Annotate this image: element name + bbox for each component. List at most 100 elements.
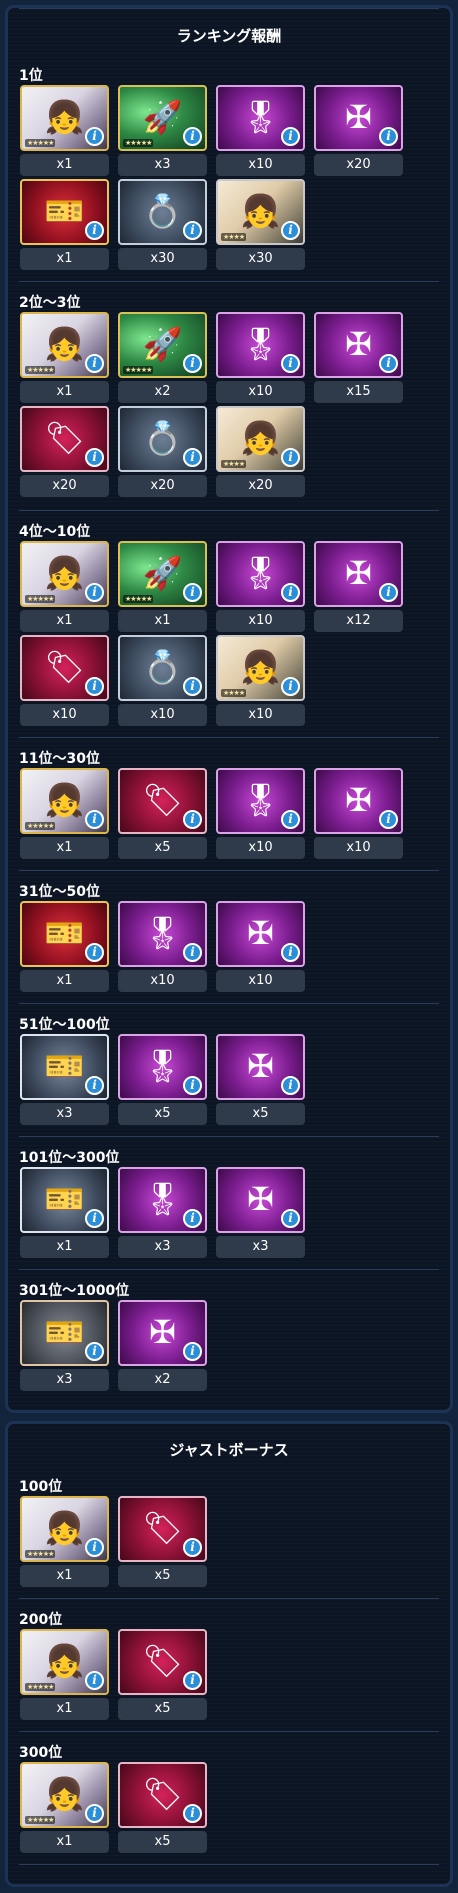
reward-item[interactable]: ✠ i x15	[314, 312, 403, 404]
reward-thumbnail[interactable]: ✠ i	[314, 85, 403, 151]
info-icon[interactable]: i	[183, 1076, 202, 1095]
reward-item[interactable]: 🎫 i x3	[20, 1034, 109, 1126]
reward-item[interactable]: 🎫 i x1	[20, 901, 109, 993]
reward-item[interactable]: 👧 ★★★★★ i x1	[20, 1496, 109, 1588]
info-icon[interactable]: i	[85, 1538, 104, 1557]
reward-item[interactable]: 🚀 ★★★★★ i x2	[118, 312, 207, 404]
info-icon[interactable]: i	[281, 943, 300, 962]
reward-item[interactable]: 🎖 i x10	[216, 768, 305, 860]
reward-item[interactable]: 👧 ★★★★★ i x1	[20, 312, 109, 404]
reward-item[interactable]: 👧 ★★★★ i x10	[216, 635, 305, 727]
reward-item[interactable]: 🎖 i x10	[216, 85, 305, 177]
info-icon[interactable]: i	[183, 448, 202, 467]
reward-item[interactable]: 👧 ★★★★ i x30	[216, 179, 305, 271]
reward-thumbnail[interactable]: 🚀 ★★★★★ i	[118, 85, 207, 151]
reward-item[interactable]: ✠ i x2	[118, 1300, 207, 1392]
reward-item[interactable]: 🎫 i x1	[20, 1167, 109, 1259]
reward-thumbnail[interactable]: 🏷 i	[20, 635, 109, 701]
reward-thumbnail[interactable]: 👧 ★★★★★ i	[20, 312, 109, 378]
reward-item[interactable]: 🏷 i x5	[118, 768, 207, 860]
info-icon[interactable]: i	[183, 1804, 202, 1823]
reward-item[interactable]: 🏷 i x20	[20, 406, 109, 498]
reward-thumbnail[interactable]: 🎖 i	[118, 901, 207, 967]
info-icon[interactable]: i	[183, 1209, 202, 1228]
info-icon[interactable]: i	[183, 810, 202, 829]
reward-thumbnail[interactable]: 🚀 ★★★★★ i	[118, 541, 207, 607]
reward-thumbnail[interactable]: 🎫 i	[20, 901, 109, 967]
info-icon[interactable]: i	[281, 677, 300, 696]
reward-thumbnail[interactable]: ✠ i	[314, 541, 403, 607]
info-icon[interactable]: i	[85, 1342, 104, 1361]
reward-item[interactable]: ✠ i x10	[314, 768, 403, 860]
reward-thumbnail[interactable]: ✠ i	[216, 1034, 305, 1100]
info-icon[interactable]: i	[85, 448, 104, 467]
reward-thumbnail[interactable]: 🎫 i	[20, 1034, 109, 1100]
reward-item[interactable]: 🎖 i x3	[118, 1167, 207, 1259]
reward-item[interactable]: 💍 i x10	[118, 635, 207, 727]
info-icon[interactable]: i	[183, 677, 202, 696]
info-icon[interactable]: i	[183, 1538, 202, 1557]
info-icon[interactable]: i	[85, 354, 104, 373]
reward-item[interactable]: 💍 i x20	[118, 406, 207, 498]
info-icon[interactable]: i	[281, 1209, 300, 1228]
info-icon[interactable]: i	[85, 583, 104, 602]
info-icon[interactable]: i	[183, 943, 202, 962]
reward-item[interactable]: ✠ i x5	[216, 1034, 305, 1126]
reward-item[interactable]: 🎖 i x10	[118, 901, 207, 993]
info-icon[interactable]: i	[183, 1342, 202, 1361]
reward-thumbnail[interactable]: ✠ i	[216, 901, 305, 967]
reward-thumbnail[interactable]: 🎖 i	[118, 1167, 207, 1233]
reward-thumbnail[interactable]: 🚀 ★★★★★ i	[118, 312, 207, 378]
info-icon[interactable]: i	[85, 1671, 104, 1690]
info-icon[interactable]: i	[85, 1209, 104, 1228]
reward-item[interactable]: 🎖 i x10	[216, 312, 305, 404]
reward-thumbnail[interactable]: 👧 ★★★★★ i	[20, 541, 109, 607]
info-icon[interactable]: i	[281, 221, 300, 240]
reward-thumbnail[interactable]: 👧 ★★★★★ i	[20, 1762, 109, 1828]
reward-item[interactable]: ✠ i x12	[314, 541, 403, 633]
info-icon[interactable]: i	[183, 354, 202, 373]
reward-item[interactable]: 👧 ★★★★★ i x1	[20, 768, 109, 860]
info-icon[interactable]: i	[281, 1076, 300, 1095]
reward-item[interactable]: 🚀 ★★★★★ i x3	[118, 85, 207, 177]
info-icon[interactable]: i	[85, 810, 104, 829]
info-icon[interactable]: i	[85, 677, 104, 696]
reward-item[interactable]: ✠ i x3	[216, 1167, 305, 1259]
info-icon[interactable]: i	[85, 1804, 104, 1823]
info-icon[interactable]: i	[281, 448, 300, 467]
info-icon[interactable]: i	[85, 1076, 104, 1095]
reward-thumbnail[interactable]: 👧 ★★★★★ i	[20, 768, 109, 834]
reward-item[interactable]: 👧 ★★★★★ i x1	[20, 85, 109, 177]
reward-thumbnail[interactable]: 🎫 i	[20, 1300, 109, 1366]
reward-thumbnail[interactable]: 👧 ★★★★★ i	[20, 1496, 109, 1562]
reward-item[interactable]: 👧 ★★★★ i x20	[216, 406, 305, 498]
reward-item[interactable]: 👧 ★★★★★ i x1	[20, 1629, 109, 1721]
info-icon[interactable]: i	[183, 1671, 202, 1690]
reward-thumbnail[interactable]: ✠ i	[314, 768, 403, 834]
info-icon[interactable]: i	[379, 583, 398, 602]
reward-thumbnail[interactable]: 🏷 i	[118, 1762, 207, 1828]
info-icon[interactable]: i	[183, 127, 202, 146]
reward-thumbnail[interactable]: 🎖 i	[216, 768, 305, 834]
reward-thumbnail[interactable]: ✠ i	[314, 312, 403, 378]
reward-item[interactable]: 🏷 i x5	[118, 1762, 207, 1854]
info-icon[interactable]: i	[85, 221, 104, 240]
reward-thumbnail[interactable]: 🎖 i	[216, 312, 305, 378]
reward-item[interactable]: 🚀 ★★★★★ i x1	[118, 541, 207, 633]
reward-thumbnail[interactable]: 👧 ★★★★★ i	[20, 85, 109, 151]
info-icon[interactable]: i	[85, 943, 104, 962]
info-icon[interactable]: i	[379, 354, 398, 373]
reward-item[interactable]: ✠ i x10	[216, 901, 305, 993]
info-icon[interactable]: i	[281, 583, 300, 602]
reward-thumbnail[interactable]: 👧 ★★★★★ i	[20, 1629, 109, 1695]
info-icon[interactable]: i	[85, 127, 104, 146]
reward-item[interactable]: ✠ i x20	[314, 85, 403, 177]
reward-thumbnail[interactable]: 🏷 i	[118, 768, 207, 834]
info-icon[interactable]: i	[281, 127, 300, 146]
reward-thumbnail[interactable]: 🎖 i	[216, 541, 305, 607]
reward-thumbnail[interactable]: 👧 ★★★★ i	[216, 635, 305, 701]
reward-thumbnail[interactable]: 🎖 i	[216, 85, 305, 151]
reward-thumbnail[interactable]: ✠ i	[118, 1300, 207, 1366]
reward-item[interactable]: 👧 ★★★★★ i x1	[20, 541, 109, 633]
reward-item[interactable]: 🏷 i x5	[118, 1629, 207, 1721]
